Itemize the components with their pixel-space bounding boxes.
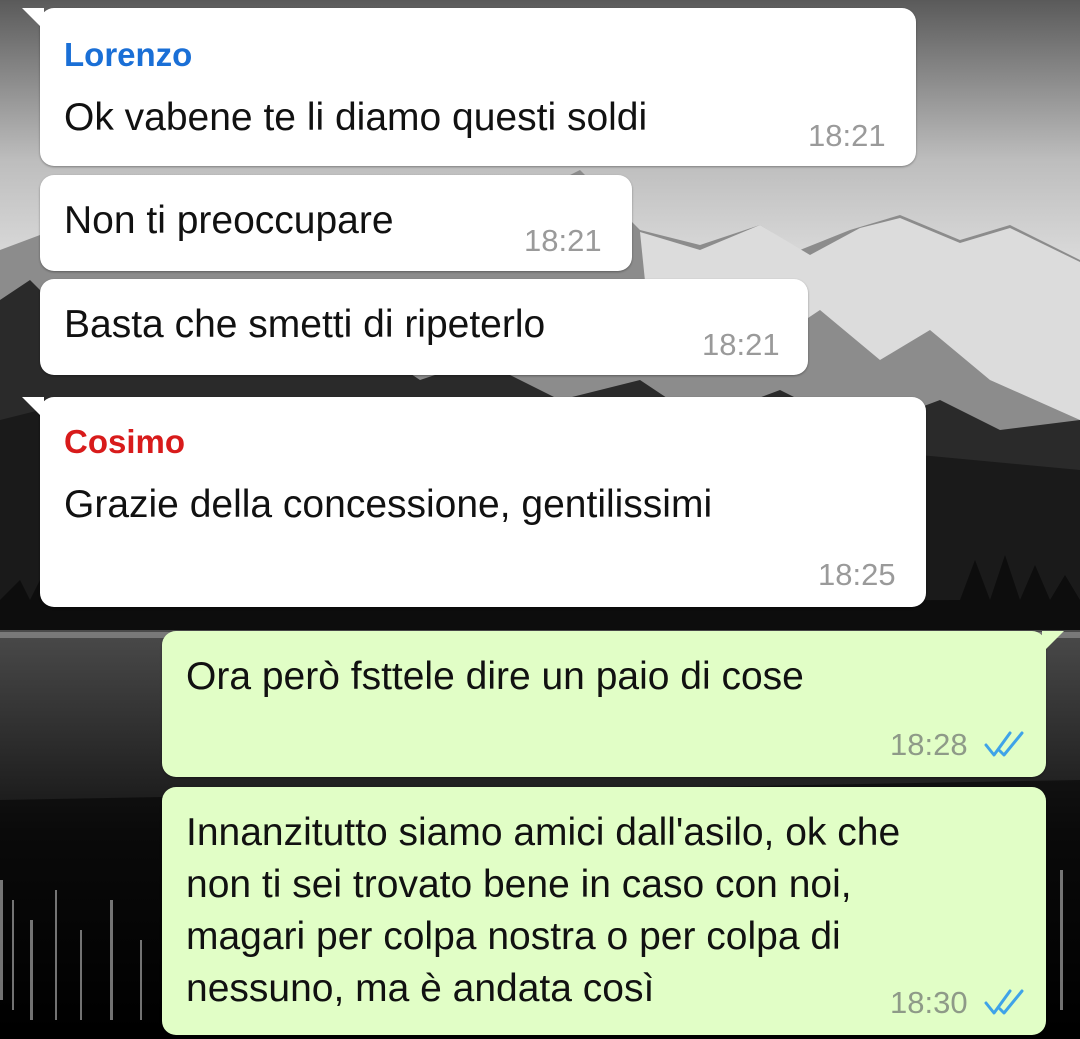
message-text: Grazie della concessione, gentilissimi — [64, 483, 713, 526]
read-receipt-icon — [984, 731, 1024, 757]
message-text: Non ti preoccupare — [64, 199, 394, 242]
message-timestamp: 18:21 — [524, 223, 602, 258]
sender-name[interactable]: Lorenzo — [64, 36, 192, 74]
message-bubble[interactable]: Basta che smetti di ripeterlo 18:21 — [40, 279, 808, 375]
message-text: Basta che smetti di ripeterlo — [64, 303, 546, 346]
message-text: Ok vabene te li diamo questi soldi — [64, 96, 648, 139]
message-bubble[interactable]: Innanzitutto siamo amici dall'asilo, ok … — [162, 787, 1046, 1035]
message-bubble[interactable]: Ora però fsttele dire un paio di cose 18… — [162, 631, 1064, 777]
message-text: Innanzitutto siamo amici dall'asilo, ok … — [186, 811, 901, 1010]
read-receipt-icon — [984, 989, 1024, 1015]
message-bubble[interactable]: Cosimo Grazie della concessione, gentili… — [22, 397, 926, 607]
message-timestamp: 18:21 — [702, 327, 780, 362]
message-timestamp: 18:28 — [890, 727, 968, 762]
message-timestamp: 18:25 — [818, 557, 896, 592]
bubble-tail — [22, 8, 44, 30]
message-bubble[interactable]: Lorenzo Ok vabene te li diamo questi sol… — [22, 8, 916, 166]
message-text: Ora però fsttele dire un paio di cose — [186, 655, 804, 698]
bubble-tail — [1042, 631, 1064, 653]
message-timestamp: 18:21 — [808, 118, 886, 153]
bubble-tail — [22, 397, 44, 419]
message-bubble[interactable]: Non ti preoccupare 18:21 — [40, 175, 632, 271]
sender-name[interactable]: Cosimo — [64, 423, 185, 461]
message-timestamp: 18:30 — [890, 985, 968, 1020]
